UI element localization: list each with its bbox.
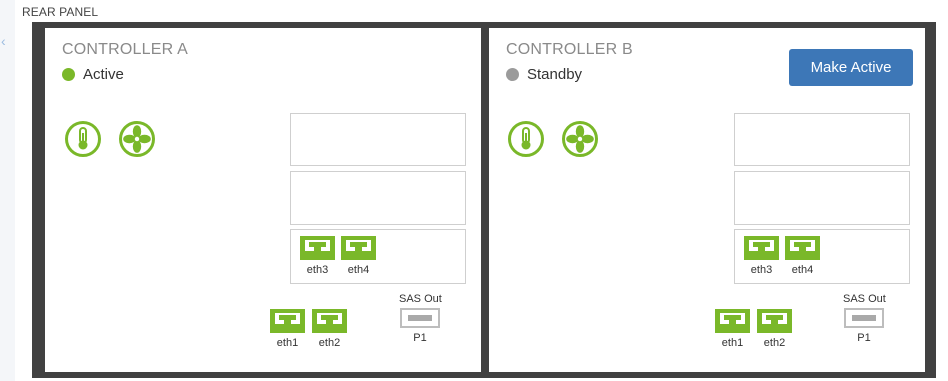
thermometer-icon[interactable] bbox=[64, 120, 102, 158]
ethernet-port-icon bbox=[300, 236, 335, 260]
controller-b-title: CONTROLLER B bbox=[506, 41, 633, 58]
network-port-eth1[interactable]: eth1 bbox=[270, 309, 305, 349]
port-label: eth1 bbox=[276, 337, 299, 349]
fan-icon[interactable] bbox=[561, 120, 599, 158]
port-label: eth1 bbox=[721, 337, 744, 349]
sas-out-label: SAS Out bbox=[843, 293, 886, 305]
controller-a-title: CONTROLLER A bbox=[62, 41, 188, 58]
make-active-button[interactable]: Make Active bbox=[789, 49, 913, 86]
port-label: eth3 bbox=[306, 264, 329, 276]
port-label: eth4 bbox=[347, 264, 370, 276]
controller-a-status-text: Active bbox=[83, 66, 124, 83]
port-label: eth2 bbox=[318, 337, 341, 349]
thermometer-icon[interactable] bbox=[507, 120, 545, 158]
network-port-eth3[interactable]: eth3 bbox=[744, 236, 779, 276]
sas-port-icon[interactable] bbox=[400, 308, 440, 328]
fan-icon[interactable] bbox=[118, 120, 156, 158]
ethernet-port-icon bbox=[785, 236, 820, 260]
expansion-slot-3: eth3 eth4 bbox=[290, 229, 466, 284]
sas-port-label: P1 bbox=[857, 332, 871, 344]
expansion-slot-3: eth3 eth4 bbox=[734, 229, 910, 284]
controller-b-status-text: Standby bbox=[527, 66, 583, 83]
controller-a-status: Active bbox=[62, 66, 124, 83]
network-port-eth2[interactable]: eth2 bbox=[312, 309, 347, 349]
port-label: eth2 bbox=[763, 337, 786, 349]
active-status-dot-icon bbox=[62, 68, 75, 81]
ethernet-port-icon bbox=[715, 309, 750, 333]
expansion-slot-2 bbox=[734, 171, 910, 225]
expansion-slot-1 bbox=[734, 113, 910, 166]
port-label: eth3 bbox=[750, 264, 773, 276]
network-port-eth4[interactable]: eth4 bbox=[341, 236, 376, 276]
sas-out-label: SAS Out bbox=[399, 293, 442, 305]
controller-b-status: Standby bbox=[506, 66, 582, 83]
network-port-eth3[interactable]: eth3 bbox=[300, 236, 335, 276]
ethernet-port-icon bbox=[341, 236, 376, 260]
network-port-eth2[interactable]: eth2 bbox=[757, 309, 792, 349]
controller-b-panel: CONTROLLER B Standby Make Active eth3 et… bbox=[489, 28, 925, 372]
ethernet-port-icon bbox=[270, 309, 305, 333]
sas-port-icon[interactable] bbox=[844, 308, 884, 328]
port-label: eth4 bbox=[791, 264, 814, 276]
sas-port-label: P1 bbox=[413, 332, 427, 344]
ethernet-port-icon bbox=[744, 236, 779, 260]
collapse-arrow-icon[interactable]: ‹ bbox=[1, 34, 6, 48]
ethernet-port-icon bbox=[312, 309, 347, 333]
ethernet-port-icon bbox=[757, 309, 792, 333]
rear-panel-label: REAR PANEL bbox=[22, 5, 99, 19]
standby-status-dot-icon bbox=[506, 68, 519, 81]
controller-a-panel: CONTROLLER A Active eth3 eth4 eth1 eth2 … bbox=[45, 28, 481, 372]
network-port-eth1[interactable]: eth1 bbox=[715, 309, 750, 349]
expansion-slot-2 bbox=[290, 171, 466, 225]
network-port-eth4[interactable]: eth4 bbox=[785, 236, 820, 276]
left-sidebar-strip: ‹ bbox=[0, 0, 15, 381]
expansion-slot-1 bbox=[290, 113, 466, 166]
chassis-rear-panel: CONTROLLER A Active eth3 eth4 eth1 eth2 … bbox=[32, 22, 936, 378]
